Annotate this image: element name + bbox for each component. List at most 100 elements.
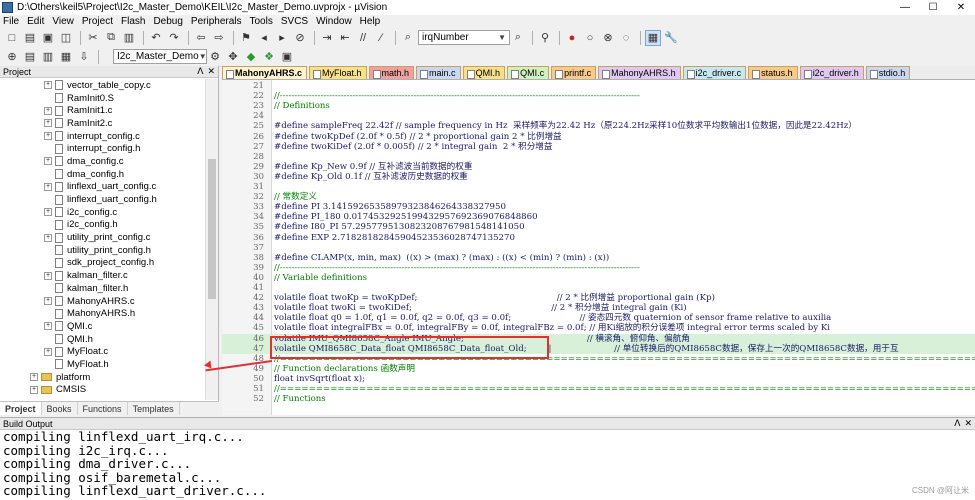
editor-tab[interactable]: stdio.h [866,66,911,79]
kill-breakpoints-icon[interactable]: ⊗ [600,30,616,46]
tree-item[interactable]: MyFloat.h [0,358,205,371]
expand-icon[interactable]: + [44,81,52,89]
expand-icon[interactable]: + [44,208,52,216]
tree-item[interactable]: +interrupt_config.c [0,130,205,143]
save-icon[interactable]: ▣ [40,30,56,46]
next-bookmark-icon[interactable]: ▸ [274,30,290,46]
expand-icon[interactable]: + [44,183,52,191]
select-packs-icon[interactable]: ◆ [243,49,259,65]
tree-item[interactable]: utility_print_config.h [0,244,205,257]
menu-item-debug[interactable]: Debug [153,16,182,27]
load-icon[interactable]: ⇩ [76,49,92,65]
tree-item[interactable]: +CMSIS [0,384,205,397]
close-icon[interactable]: ✕ [964,418,972,428]
target-options-icon[interactable]: ⚙ [207,49,223,65]
editor-tab[interactable]: QMI.c [507,66,549,79]
minimize-icon[interactable]: — [891,0,919,15]
expand-icon[interactable]: + [44,107,52,115]
cut-icon[interactable]: ✂ [85,30,101,46]
editor-tab[interactable]: status.h [748,66,798,79]
tree-item[interactable]: MahonyAHRS.h [0,307,205,320]
tree-item[interactable]: +MyFloat.c [0,345,205,358]
editor-tab[interactable]: main.c [416,66,461,79]
batch-build-icon[interactable]: ▦ [58,49,74,65]
tree-item[interactable]: +utility_print_config.c [0,231,205,244]
menu-item-window[interactable]: Window [316,16,352,27]
editor-tab[interactable]: QMI.h [463,66,506,79]
chevron-down-icon[interactable]: ▼ [498,33,506,42]
configure-icon[interactable]: 🔧 [663,30,679,46]
expand-icon[interactable]: + [30,386,38,394]
tree-item[interactable]: +kalman_filter.c [0,269,205,282]
build-icon[interactable]: ▤ [22,49,38,65]
find-icon[interactable]: ⌕ [510,30,526,46]
menu-item-help[interactable]: Help [360,16,381,27]
tree-item[interactable]: kalman_filter.h [0,282,205,295]
tree-item[interactable]: interrupt_config.h [0,142,205,155]
expand-icon[interactable]: + [44,348,52,356]
undo-icon[interactable]: ↶ [148,30,164,46]
editor-tab[interactable]: math.h [369,66,415,79]
tree-item[interactable]: linflexd_uart_config.h [0,193,205,206]
tree-item[interactable]: +dma_config.c [0,155,205,168]
expand-icon[interactable]: + [30,373,38,381]
editor-tab[interactable]: MahonyAHRS.h [598,66,681,79]
maximize-icon[interactable]: ☐ [919,0,947,15]
expand-icon[interactable]: + [44,119,52,127]
disable-breakpoint-icon[interactable]: ○ [582,30,598,46]
tree-item[interactable]: +i2c_config.c [0,206,205,219]
editor-tab[interactable]: MyFloat.h [309,66,367,79]
comment-icon[interactable]: // [355,30,371,46]
tree-item[interactable]: +linflexd_uart_config.c [0,181,205,194]
save-all-icon[interactable]: ◫ [58,30,74,46]
paste-icon[interactable]: ▥ [121,30,137,46]
manage-project-icon[interactable]: ✥ [225,49,241,65]
translate-icon[interactable]: ⊕ [4,49,20,65]
editor-tab[interactable]: printf.c [551,66,596,79]
clear-bookmarks-icon[interactable]: ⊘ [292,30,308,46]
uncomment-icon[interactable]: ∕ [373,30,389,46]
pin-icon[interactable]: ᐱ [954,418,960,428]
rebuild-icon[interactable]: ▥ [40,49,56,65]
tree-item[interactable]: +platform [0,371,205,384]
bookmark-icon[interactable]: ⚑ [238,30,254,46]
menu-item-svcs[interactable]: SVCS [281,16,308,27]
indent-icon[interactable]: ⇥ [319,30,335,46]
tree-item[interactable]: RamInit0.S [0,92,205,105]
tree-item[interactable]: QMI.h [0,333,205,346]
find-in-files-icon[interactable]: ⌕ [400,30,416,46]
pin-icon[interactable]: ᐱ [197,66,203,76]
breakpoint-icon[interactable]: ● [564,30,580,46]
menu-item-view[interactable]: View [52,16,74,27]
unindent-icon[interactable]: ⇤ [337,30,353,46]
editor-tab[interactable]: i2c_driver.c [683,66,747,79]
tree-item[interactable]: i2c_config.h [0,219,205,232]
pack-installer-icon[interactable]: ▣ [279,49,295,65]
close-icon[interactable]: ✕ [207,66,215,76]
nav-forward-icon[interactable]: ⇨ [211,30,227,46]
project-scrollbar[interactable] [205,79,218,400]
target-select[interactable]: I2c_Master_Demo ▼ [113,49,207,64]
menu-item-flash[interactable]: Flash [121,16,145,27]
panel-tab-books[interactable]: Books [42,402,78,415]
menu-item-tools[interactable]: Tools [250,16,273,27]
menu-item-peripherals[interactable]: Peripherals [191,16,242,27]
editor-tab[interactable]: i2c_driver.h [800,66,864,79]
prev-bookmark-icon[interactable]: ◂ [256,30,272,46]
editor-tab[interactable]: MahonyAHRS.c [222,66,307,79]
search-combo[interactable]: irqNumber ▼ [418,30,510,45]
menu-item-file[interactable]: File [3,16,19,27]
tree-item[interactable]: +QMI.c [0,320,205,333]
toggle-breakpoints-icon[interactable]: ◌ [618,30,634,46]
nav-back-icon[interactable]: ⇦ [193,30,209,46]
panel-tab-functions[interactable]: Functions [78,402,128,415]
expand-icon[interactable]: + [44,234,52,242]
expand-icon[interactable]: + [44,297,52,305]
chevron-down-icon[interactable]: ▼ [199,52,207,61]
tree-item[interactable]: sdk_project_config.h [0,257,205,270]
copy-icon[interactable]: ⧉ [103,30,119,46]
close-icon[interactable]: ✕ [947,0,975,15]
code-view[interactable]: 2122//----------------------------------… [222,80,975,415]
expand-icon[interactable]: + [44,132,52,140]
redo-icon[interactable]: ↷ [166,30,182,46]
